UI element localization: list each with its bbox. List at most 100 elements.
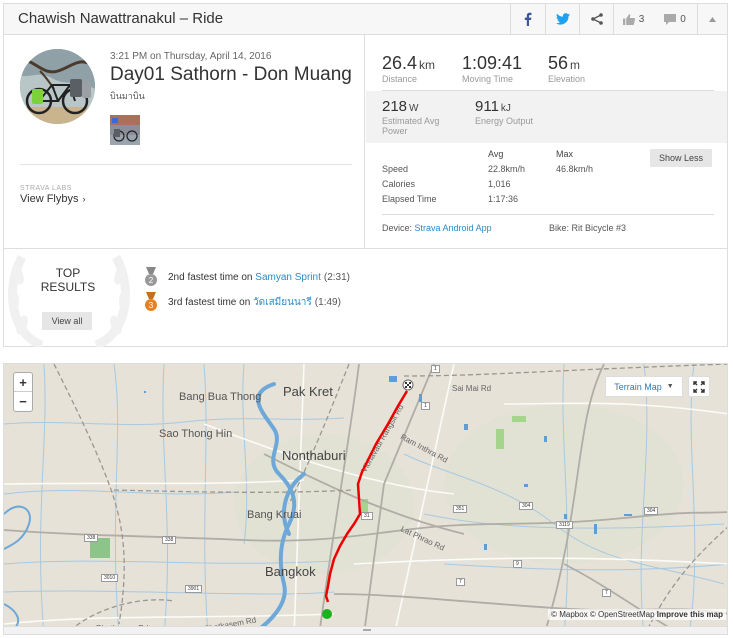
row-avg: 1:17:36 [488, 194, 519, 204]
view-flybys-label: View Flybys [20, 193, 79, 205]
stat-energy: 911 kJ Energy Output [475, 98, 533, 126]
share-facebook-button[interactable] [510, 4, 545, 34]
top-results-section: TOP RESULTS View all 2 2nd fastest time … [4, 248, 727, 347]
activity-photo-thumbnail[interactable] [110, 115, 140, 145]
power-label: Estimated Avg Power [382, 116, 440, 136]
energy-unit: kJ [500, 103, 511, 114]
mapbox-link[interactable]: © Mapbox [551, 610, 588, 619]
route-map[interactable]: Pak Kret Bang Bua Thong Sao Thong Hin No… [3, 363, 728, 635]
row-max: 46.8km/h [556, 164, 594, 174]
improve-map-link[interactable]: Improve this map [657, 610, 723, 619]
page-title: Chawish Nawattranakul – Ride [18, 10, 224, 27]
elevation-label: Elevation [548, 74, 586, 84]
thumbs-up-icon [622, 13, 635, 25]
row-label: Calories [382, 179, 416, 189]
kudos-count: 3 [638, 13, 645, 25]
achievement-on: on [239, 296, 251, 308]
share-twitter-button[interactable] [545, 4, 579, 34]
activity-header: Chawish Nawattranakul – Ride 3 0 [3, 3, 728, 35]
expand-icon [693, 380, 705, 393]
athlete-avatar[interactable] [20, 49, 95, 124]
divider [382, 214, 714, 215]
map-resize-bar[interactable] [4, 626, 727, 634]
strava-labs-label: STRAVA LABS [20, 185, 72, 192]
laurel-wreath-icon [7, 254, 131, 347]
activity-description: บินมาบิน [110, 91, 145, 101]
kudos-button[interactable]: 3 [613, 4, 653, 34]
col-header-avg: Avg [488, 149, 504, 159]
activity-summary-card: 3:21 PM on Thursday, April 14, 2016 Day0… [3, 35, 728, 347]
map-attribution: © Mapbox © OpenStreetMap Improve this ma… [548, 609, 726, 620]
top-results-heading: TOP RESULTS [28, 266, 108, 294]
zoom-in-button[interactable]: + [14, 373, 32, 392]
route-line [324, 390, 409, 603]
stat-elevation: 56 m Elevation [548, 53, 585, 84]
device-label: Device: [382, 223, 413, 233]
resize-grip-icon [363, 629, 371, 631]
view-all-button[interactable]: View all [42, 312, 92, 330]
achievement-time: (2:31) [323, 271, 350, 283]
heading-line: TOP [55, 266, 81, 280]
twitter-icon [555, 13, 570, 25]
comment-icon [664, 13, 677, 25]
row-label: Speed [382, 164, 409, 174]
activity-details: 3:21 PM on Thursday, April 14, 2016 Day0… [4, 35, 365, 248]
header-actions: 3 0 [510, 4, 727, 34]
achievement-text: 3rd fastest time [168, 296, 237, 308]
distance-label: Distance [382, 74, 418, 84]
stat-power: 218 W Estimated Avg Power [382, 98, 462, 136]
achievement-item: 2 2nd fastest time on Samyan Sprint (2:31… [144, 267, 350, 287]
achievement-item: 3 3rd fastest time on วัดเสมียนนารี (1:49… [144, 292, 341, 312]
energy-value: 911 [475, 98, 499, 115]
elevation-value: 56 [548, 53, 569, 73]
svg-text:2: 2 [149, 276, 154, 285]
row-avg: 22.8km/h [488, 164, 526, 174]
segment-link[interactable]: Samyan Sprint [255, 272, 321, 283]
silver-medal-icon: 2 [145, 267, 157, 286]
segment-link[interactable]: วัดเสมียนนารี [253, 295, 312, 310]
show-less-button[interactable]: Show Less [650, 149, 712, 167]
chevron-right-icon: › [82, 194, 86, 204]
map-style-label: Terrain Map [614, 381, 662, 392]
row-label: Elapsed Time [382, 194, 437, 204]
bike-info: Bike: Rit Bicycle #3 [549, 223, 626, 233]
route-overlay [322, 379, 414, 619]
fullscreen-button[interactable] [688, 376, 710, 397]
comments-button[interactable]: 0 [653, 4, 697, 34]
achievement-text: 2nd fastest time [168, 271, 239, 283]
share-icon [590, 13, 603, 25]
finish-marker [402, 379, 414, 391]
view-flybys-link[interactable]: View Flybys › [20, 193, 85, 205]
power-unit: W [409, 103, 419, 114]
comments-count: 0 [680, 13, 686, 25]
osm-link[interactable]: © OpenStreetMap [590, 610, 655, 619]
row-avg: 1,016 [488, 179, 511, 189]
start-marker [322, 609, 332, 619]
energy-label: Energy Output [475, 116, 534, 126]
share-button[interactable] [579, 4, 613, 34]
moving-time-value: 1:09:41 [462, 53, 523, 73]
bronze-medal-icon: 3 [145, 292, 157, 311]
device-info: Device: Strava Android App [382, 223, 492, 233]
caret-down-icon: ▼ [666, 383, 674, 390]
collapse-button[interactable] [697, 4, 727, 34]
stat-moving-time: 1:09:41 Moving Time [462, 53, 522, 84]
achievement-on: on [241, 271, 253, 283]
activity-datetime: 3:21 PM on Thursday, April 14, 2016 [110, 51, 272, 62]
col-header-max: Max [556, 149, 574, 159]
stat-distance: 26.4 km Distance [382, 53, 435, 84]
activity-title: Day01 Sathorn - Don Muang [110, 64, 352, 85]
elevation-unit: m [570, 58, 581, 72]
zoom-control: + − [13, 372, 33, 412]
achievement-time: (1:49) [314, 296, 341, 308]
zoom-out-button[interactable]: − [14, 392, 32, 411]
heading-line: RESULTS [40, 280, 96, 294]
power-value: 218 [382, 98, 408, 115]
divider [20, 164, 352, 165]
map-style-dropdown[interactable]: Terrain Map ▼ [605, 376, 683, 397]
distance-value: 26.4 [382, 53, 418, 73]
device-link[interactable]: Strava Android App [415, 223, 492, 233]
distance-unit: km [419, 58, 436, 72]
moving-time-label: Moving Time [462, 74, 514, 84]
bike-label: Bike: [549, 223, 570, 233]
